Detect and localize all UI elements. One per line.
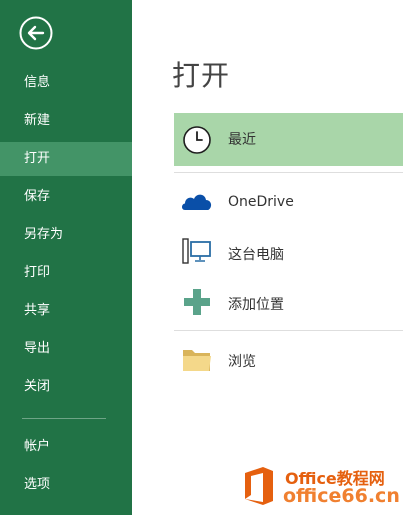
folder-icon [183, 350, 211, 371]
watermark-line2: office66.cn [283, 485, 400, 507]
sidebar-item-open[interactable]: 打开 [0, 142, 132, 176]
sidebar-item-print[interactable]: 打印 [0, 256, 132, 290]
location-label: 浏览 [228, 354, 256, 370]
divider [174, 172, 403, 173]
location-onedrive[interactable]: OneDrive [174, 182, 403, 222]
sidebar-item-info[interactable]: 信息 [0, 66, 132, 100]
location-browse[interactable]: 浏览 [174, 338, 403, 378]
sidebar-item-close[interactable]: 关闭 [0, 370, 132, 404]
location-add-place[interactable]: 添加位置 [174, 282, 403, 322]
sidebar-item-account[interactable]: 帐户 [0, 430, 132, 464]
office-logo-icon [245, 467, 273, 505]
location-label: 这台电脑 [228, 247, 284, 263]
open-panel: 打开 最近 OneDrive 这台电脑 添加位置 浏览 [132, 0, 403, 515]
backstage-sidebar: 信息 新建 打开 保存 另存为 打印 共享 导出 关闭 帐户 选项 [0, 0, 132, 515]
sidebar-item-export[interactable]: 导出 [0, 332, 132, 366]
sidebar-divider [22, 418, 106, 419]
back-button[interactable] [19, 16, 53, 50]
clock-icon [183, 126, 211, 154]
sidebar-item-save[interactable]: 保存 [0, 180, 132, 214]
onedrive-cloud-icon [182, 194, 212, 210]
location-this-pc[interactable]: 这台电脑 [174, 232, 403, 272]
plus-icon [184, 289, 210, 315]
sidebar-item-save-as[interactable]: 另存为 [0, 218, 132, 252]
back-arrow-icon [19, 16, 53, 50]
sidebar-item-share[interactable]: 共享 [0, 294, 132, 328]
computer-icon [182, 238, 211, 264]
divider [174, 330, 403, 331]
location-label: OneDrive [228, 194, 294, 210]
location-label: 添加位置 [228, 297, 284, 313]
sidebar-item-new[interactable]: 新建 [0, 104, 132, 138]
page-title: 打开 [172, 59, 231, 92]
sidebar-item-options[interactable]: 选项 [0, 468, 132, 502]
watermark: Office教程网 office66.cn [237, 461, 403, 515]
location-recent[interactable]: 最近 [174, 113, 403, 166]
location-label: 最近 [228, 132, 256, 148]
